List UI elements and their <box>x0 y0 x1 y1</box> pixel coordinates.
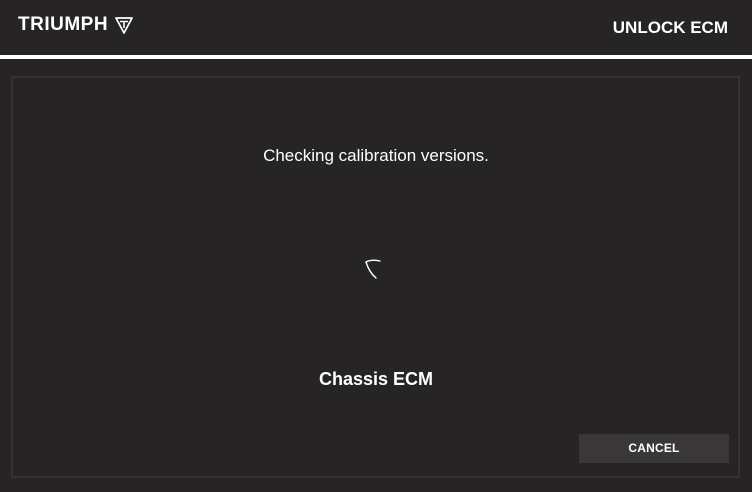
module-name: Chassis ECM <box>318 369 434 389</box>
brand-wordmark: TRIUMPH <box>18 14 109 35</box>
triumph-shield-icon <box>115 17 133 34</box>
brand-logo: TRIUMPH <box>18 14 134 36</box>
header-divider <box>0 55 752 59</box>
app-header: TRIUMPH UNLOCK ECM <box>0 0 752 55</box>
cancel-button[interactable]: CANCEL <box>579 434 729 463</box>
status-message: Checking calibration versions. <box>263 146 489 165</box>
page-title: UNLOCK ECM <box>612 18 728 37</box>
loading-spinner-icon <box>365 259 381 279</box>
